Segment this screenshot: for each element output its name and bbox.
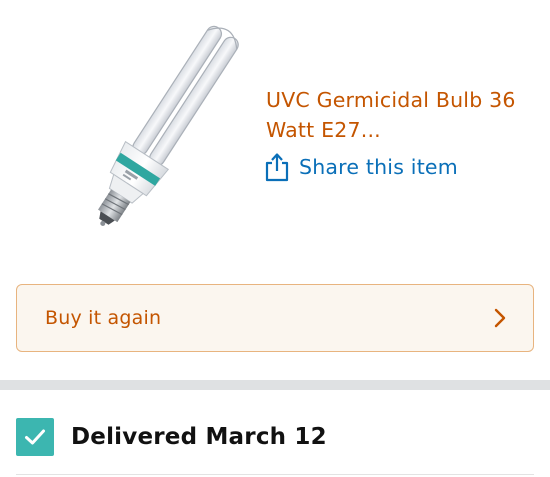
checkmark-icon <box>16 418 54 456</box>
share-item-link[interactable]: Share this item <box>264 150 458 184</box>
buy-it-again-button[interactable]: Buy it again <box>16 284 534 352</box>
buy-it-again-label: Buy it again <box>45 307 162 329</box>
product-image[interactable] <box>30 18 260 258</box>
share-icon <box>264 152 290 182</box>
delivery-status-label: Delivered March 12 <box>71 424 327 450</box>
product-title-link[interactable]: UVC Germicidal Bulb 36 Watt E27... <box>266 85 536 145</box>
share-label: Share this item <box>299 155 458 179</box>
section-divider <box>0 380 550 390</box>
order-item-card: UVC Germicidal Bulb 36 Watt E27... Share… <box>0 0 550 477</box>
chevron-right-icon <box>493 307 507 329</box>
uvc-bulb-image <box>98 25 239 226</box>
divider-line <box>16 474 534 475</box>
delivery-status: Delivered March 12 <box>16 417 327 457</box>
